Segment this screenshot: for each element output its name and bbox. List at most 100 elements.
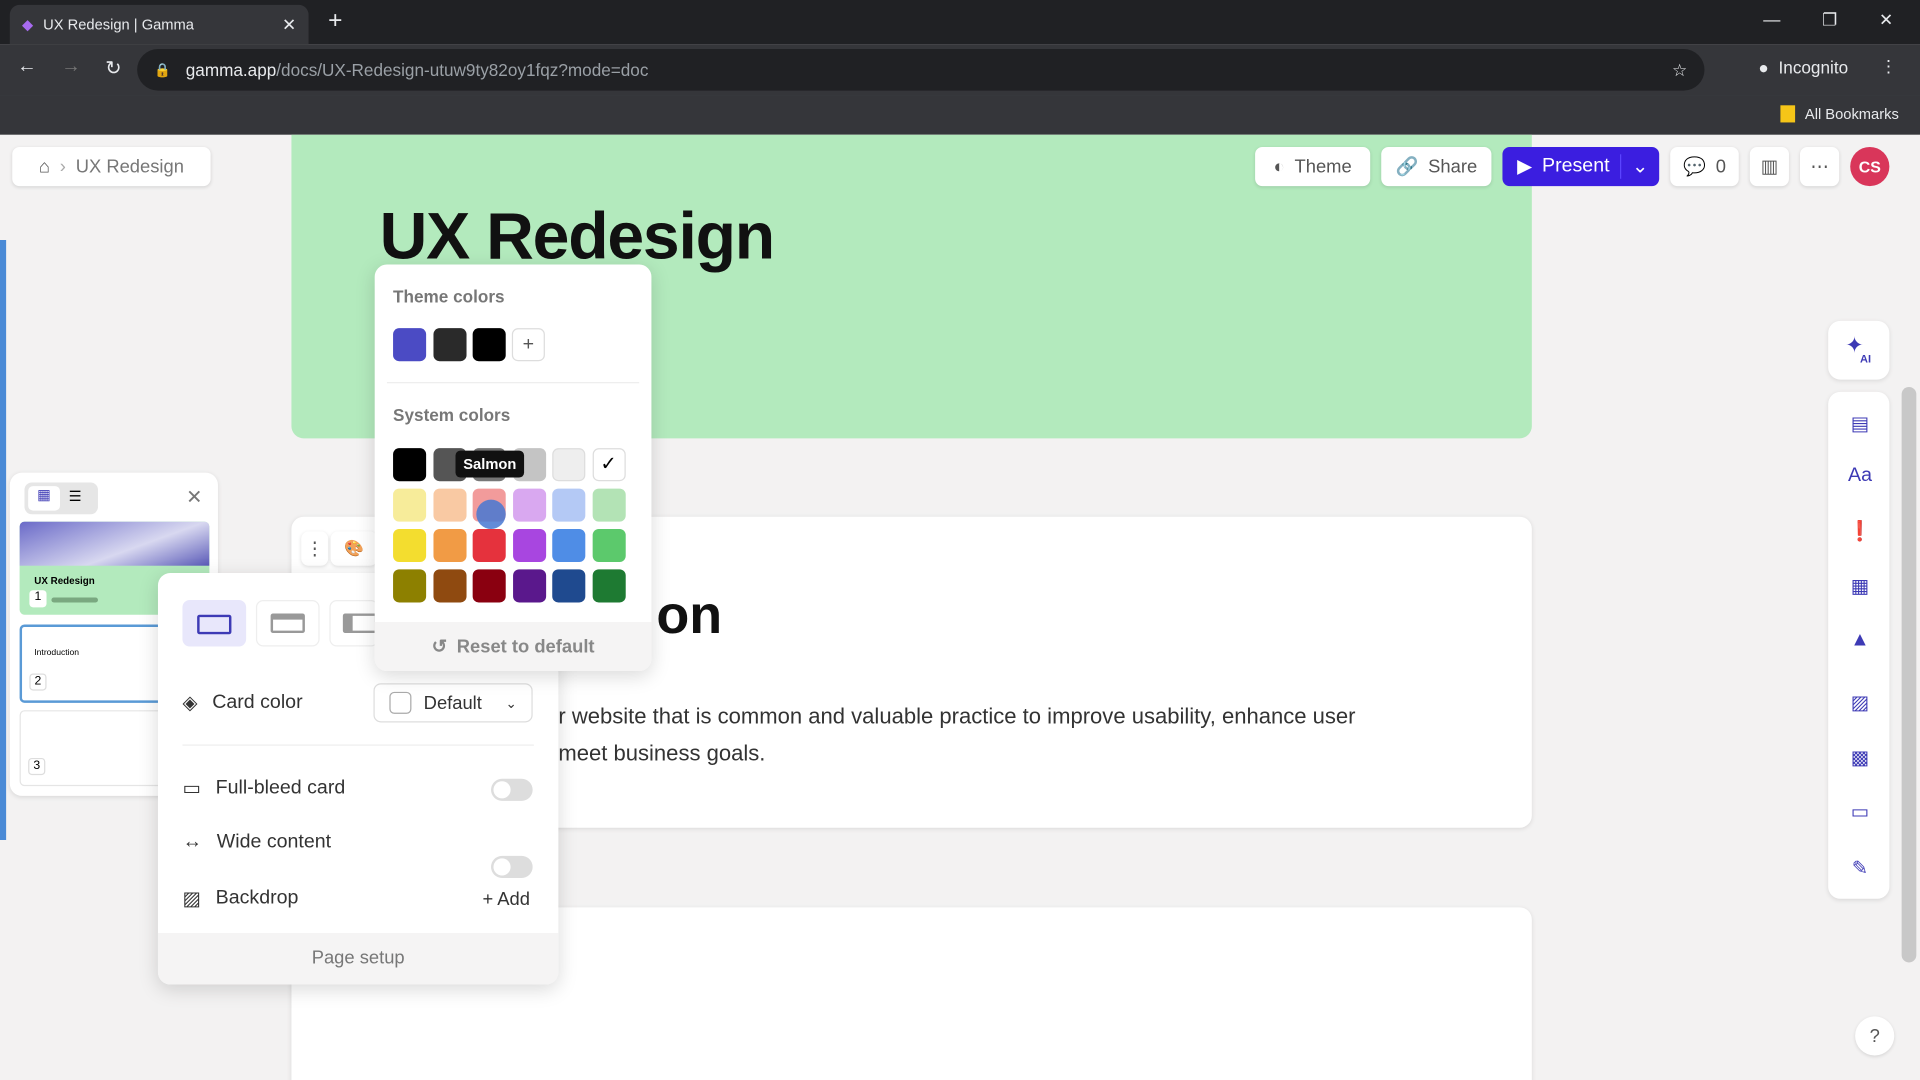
present-button[interactable]: ▶ Present ⌄: [1502, 146, 1660, 187]
url-host: gamma.app: [185, 60, 277, 80]
system-color-swatch[interactable]: [512, 569, 546, 603]
system-color-swatch[interactable]: [552, 528, 586, 563]
video-icon[interactable]: ▩: [1847, 746, 1874, 773]
arrows-horizontal-icon: ↔: [182, 831, 203, 853]
add-backdrop-button[interactable]: + Add: [482, 889, 530, 910]
text-icon[interactable]: Aa: [1847, 465, 1874, 492]
help-button[interactable]: ?: [1855, 1016, 1895, 1056]
slide-title: Introduction: [34, 648, 80, 658]
card-text-line[interactable]: r website that is common and valuable pr…: [558, 698, 1355, 735]
system-color-swatch[interactable]: [432, 569, 466, 603]
reload-icon[interactable]: ↻: [105, 56, 121, 80]
system-color-swatch[interactable]: [432, 528, 466, 563]
backdrop-row: ▨ Backdrop: [182, 887, 298, 911]
theme-colors-heading: Theme colors: [393, 286, 505, 307]
wide-content-toggle[interactable]: [491, 855, 533, 878]
theme-color-swatch[interactable]: [393, 328, 427, 362]
grid-view-icon[interactable]: ▦: [28, 486, 61, 511]
present-label: Present: [1542, 155, 1610, 177]
checkmark-icon[interactable]: ✓: [592, 448, 626, 482]
card-style-button[interactable]: 🎨: [330, 531, 378, 566]
theme-label: Theme: [1294, 156, 1352, 177]
card-title[interactable]: on: [656, 585, 722, 646]
theme-button[interactable]: ◐ Theme: [1255, 146, 1371, 187]
new-tab-icon[interactable]: +: [328, 7, 342, 35]
close-tab-icon[interactable]: ✕: [282, 14, 296, 35]
address-bar[interactable]: 🔒 gamma.app/docs/UX-Redesign-utuw9ty82oy1…: [137, 48, 1705, 91]
avatar[interactable]: CS: [1850, 146, 1890, 187]
system-color-swatch[interactable]: [432, 488, 466, 522]
all-bookmarks[interactable]: All Bookmarks: [1805, 105, 1899, 122]
analytics-button[interactable]: ▥: [1749, 146, 1789, 187]
comments-button[interactable]: 💬 0: [1670, 146, 1739, 187]
add-card-icon[interactable]: ▤: [1847, 411, 1874, 438]
forward-icon[interactable]: →: [61, 56, 81, 80]
system-color-swatch[interactable]: [512, 528, 546, 563]
system-color-swatch[interactable]: [393, 448, 427, 482]
browser-tab[interactable]: ◆ UX Redesign | Gamma ✕: [9, 4, 309, 45]
minimize-icon[interactable]: —: [1763, 10, 1780, 31]
add-color-button[interactable]: +: [511, 328, 545, 362]
embed-icon[interactable]: ▭: [1847, 800, 1874, 827]
reset-label: Reset to default: [456, 636, 595, 657]
back-icon[interactable]: ←: [17, 56, 37, 80]
system-color-swatch[interactable]: [552, 488, 586, 522]
system-color-swatch[interactable]: [472, 569, 506, 603]
close-window-icon[interactable]: ✕: [1879, 10, 1893, 31]
system-color-swatch[interactable]: [592, 569, 626, 603]
system-color-swatch[interactable]: [592, 488, 626, 522]
more-icon: ⋯: [1810, 156, 1829, 178]
full-bleed-icon: ▭: [182, 778, 201, 800]
reset-icon: ↺: [431, 636, 447, 658]
system-color-swatch[interactable]: [393, 528, 427, 563]
system-color-swatch[interactable]: [592, 528, 626, 563]
slide-number: 2: [29, 673, 47, 691]
folder-icon: [1780, 105, 1796, 123]
system-color-swatch[interactable]: [512, 488, 546, 522]
color-picker: Theme colors + System colors ✓ Salmon ↺ R…: [374, 264, 652, 672]
system-color-swatch[interactable]: [552, 569, 586, 603]
page-setup-button[interactable]: Page setup: [157, 933, 559, 985]
theme-color-swatch[interactable]: [432, 328, 466, 362]
callout-icon[interactable]: ❗: [1847, 519, 1874, 546]
view-toggle: ▦ ☰: [24, 482, 98, 515]
breadcrumb-doc[interactable]: UX Redesign: [76, 156, 184, 177]
full-bleed-toggle[interactable]: [491, 778, 533, 801]
system-color-swatch[interactable]: [393, 569, 427, 603]
present-dropdown[interactable]: ⌄: [1620, 154, 1659, 179]
lock-icon: 🔒: [154, 63, 172, 78]
doc-title[interactable]: UX Redesign: [380, 198, 776, 274]
restore-icon[interactable]: ❐: [1822, 10, 1837, 31]
form-icon[interactable]: ✎: [1847, 856, 1874, 883]
home-icon[interactable]: ⌂: [39, 156, 50, 177]
ai-button[interactable]: ✦ AI: [1828, 320, 1890, 380]
layout-side-option[interactable]: [329, 600, 379, 647]
browser-tab-bar: ◆ UX Redesign | Gamma ✕ + — ❐ ✕: [0, 0, 1920, 45]
card-color-value: Default: [423, 692, 482, 714]
drag-handle[interactable]: ⋮: [301, 531, 329, 566]
scrollbar[interactable]: [1901, 386, 1917, 963]
close-panel-icon[interactable]: ✕: [186, 485, 202, 509]
slide-title: UX Redesign: [34, 575, 95, 587]
layout-header-option[interactable]: [255, 600, 320, 647]
layout-icon[interactable]: ▦: [1847, 574, 1874, 601]
layout-default-option[interactable]: [182, 600, 247, 647]
more-button[interactable]: ⋯: [1800, 146, 1840, 187]
ai-label: AI: [1860, 352, 1872, 365]
system-color-swatch[interactable]: [552, 448, 586, 482]
theme-color-swatch[interactable]: [472, 328, 506, 362]
system-color-swatch[interactable]: [472, 528, 506, 563]
share-button[interactable]: 🔗 Share: [1381, 146, 1492, 187]
menu-icon[interactable]: ⋮: [1880, 56, 1897, 77]
system-color-swatch[interactable]: [393, 488, 427, 522]
star-icon[interactable]: ☆: [1672, 59, 1687, 80]
paint-bucket-icon: ◈: [182, 693, 198, 714]
card-text-line[interactable]: meet business goals.: [558, 735, 1355, 772]
shapes-icon[interactable]: ▲: [1847, 629, 1874, 656]
full-bleed-label: Full-bleed card: [215, 777, 346, 799]
profile-label[interactable]: Incognito: [1779, 57, 1849, 77]
card-color-select[interactable]: Default ⌄: [373, 683, 533, 723]
reset-default-button[interactable]: ↺ Reset to default: [374, 622, 652, 672]
image-icon[interactable]: ▨: [1847, 691, 1874, 718]
list-view-icon[interactable]: ☰: [69, 487, 82, 504]
